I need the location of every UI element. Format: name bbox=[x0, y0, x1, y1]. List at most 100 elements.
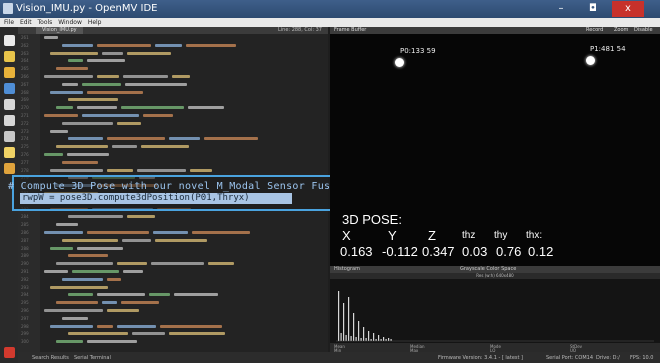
pose-title: 3D POSE: bbox=[342, 212, 402, 227]
code-line-segment bbox=[87, 90, 143, 94]
line-number: 262 bbox=[21, 42, 29, 48]
tracked-point-p1 bbox=[586, 56, 595, 65]
close-button[interactable]: x bbox=[612, 1, 644, 17]
code-line-segment bbox=[121, 106, 184, 110]
histogram-bin bbox=[390, 339, 392, 341]
code-line-segment bbox=[50, 129, 68, 133]
histogram-bin bbox=[365, 338, 367, 341]
histogram-bin bbox=[388, 338, 390, 341]
code-line-segment bbox=[127, 51, 171, 55]
code-line-segment bbox=[62, 43, 93, 47]
menu-file[interactable]: File bbox=[4, 18, 14, 27]
frame-buffer-header: Frame Buffer Record Zoom Disable bbox=[330, 27, 660, 34]
record-button[interactable]: Record bbox=[586, 27, 603, 34]
code-line-segment bbox=[172, 75, 190, 78]
title-bar: Vision_IMU.py - OpenMV IDE – ◘ x bbox=[0, 0, 660, 18]
redo-icon[interactable] bbox=[4, 115, 15, 126]
pose-header-thx: thx: bbox=[526, 230, 543, 241]
code-line-segment bbox=[44, 36, 58, 39]
code-line-segment bbox=[87, 231, 149, 234]
serial-terminal-tab[interactable]: Serial Terminal bbox=[74, 355, 111, 361]
pose-header-y: Y bbox=[388, 228, 397, 243]
line-number: 263 bbox=[21, 50, 29, 56]
histogram-bin bbox=[350, 336, 352, 341]
connect-icon[interactable] bbox=[4, 35, 15, 46]
open-file-icon[interactable] bbox=[4, 67, 15, 78]
code-line-segment bbox=[44, 153, 63, 156]
search-results-tab[interactable]: Search Results bbox=[32, 355, 69, 361]
code-line-segment bbox=[143, 114, 173, 117]
point-p1-label: P1:481 54 bbox=[590, 45, 626, 53]
code-line-segment bbox=[87, 340, 137, 344]
code-line-segment bbox=[62, 160, 98, 164]
pose-value-thx: 0.12 bbox=[528, 244, 554, 259]
status-bar: Search Results Serial Terminal Firmware … bbox=[18, 352, 660, 363]
line-number: 274 bbox=[21, 136, 29, 142]
histogram-bin bbox=[380, 339, 382, 341]
code-line-segment bbox=[68, 254, 108, 258]
code-line-segment bbox=[169, 137, 200, 141]
maximize-button[interactable]: ◘ bbox=[580, 1, 606, 17]
code-line-segment bbox=[192, 231, 250, 234]
code-line-segment bbox=[169, 332, 225, 336]
histogram-bin bbox=[343, 303, 345, 341]
line-number: 293 bbox=[21, 284, 29, 290]
cut-icon[interactable] bbox=[4, 131, 15, 142]
code-line-segment bbox=[125, 82, 187, 86]
histogram-header: Histogram Grayscale Color Space bbox=[330, 266, 660, 273]
code-line-segment bbox=[137, 168, 186, 172]
code-line-segment bbox=[151, 262, 204, 266]
stop-icon[interactable] bbox=[4, 347, 15, 358]
histogram-graph bbox=[336, 291, 654, 342]
line-number: 267 bbox=[21, 81, 29, 87]
menu-help[interactable]: Help bbox=[88, 18, 102, 27]
line-number: 287 bbox=[21, 237, 29, 243]
code-line-segment bbox=[44, 270, 68, 273]
code-line-segment bbox=[141, 145, 189, 149]
line-number: 294 bbox=[21, 292, 29, 298]
histogram-bin bbox=[383, 337, 385, 341]
paste-icon[interactable] bbox=[4, 163, 15, 174]
colorspace-select[interactable]: Grayscale Color Space bbox=[460, 266, 516, 273]
code-line-segment bbox=[68, 59, 83, 63]
code-line-segment bbox=[127, 215, 155, 219]
code-line-segment bbox=[174, 293, 218, 297]
minimize-button[interactable]: – bbox=[548, 1, 574, 17]
line-number: 284 bbox=[21, 214, 29, 220]
code-line-segment bbox=[62, 82, 78, 86]
pose-value-z: 0.347 bbox=[422, 244, 455, 259]
line-number: 273 bbox=[21, 128, 29, 134]
pose-value-x: 0.163 bbox=[340, 244, 373, 259]
code-line-segment bbox=[107, 168, 133, 172]
frame-buffer-view[interactable]: P0:133 59 P1:481 54 3D POSE: X Y Z thz t… bbox=[330, 34, 660, 266]
menu-tools[interactable]: Tools bbox=[38, 18, 53, 27]
code-line-segment bbox=[121, 301, 159, 305]
copy-icon[interactable] bbox=[4, 147, 15, 158]
undo-icon[interactable] bbox=[4, 99, 15, 110]
code-line-segment bbox=[67, 153, 109, 156]
code-line-segment bbox=[82, 114, 139, 117]
line-number: 299 bbox=[21, 331, 29, 337]
app-icon bbox=[3, 3, 13, 14]
menu-edit[interactable]: Edit bbox=[20, 18, 32, 27]
line-number: 266 bbox=[21, 74, 29, 79]
editor-tab[interactable]: Vision_IMU.py bbox=[36, 27, 83, 34]
window-title: Vision_IMU.py - OpenMV IDE bbox=[16, 3, 158, 14]
code-line-segment bbox=[132, 332, 165, 336]
line-number: 272 bbox=[21, 120, 29, 126]
line-number: 290 bbox=[21, 261, 29, 267]
line-number: 295 bbox=[21, 300, 29, 306]
firmware-version: Firmware Version: 3.4.1 - [ latest ] bbox=[438, 355, 524, 361]
save-icon[interactable] bbox=[4, 83, 15, 94]
code-line-segment bbox=[44, 75, 93, 78]
zoom-button[interactable]: Zoom bbox=[614, 27, 628, 34]
pose-header-thz: thz bbox=[462, 230, 476, 241]
line-number: 269 bbox=[21, 97, 29, 103]
line-number: 297 bbox=[21, 315, 29, 321]
disable-button[interactable]: Disable bbox=[634, 27, 653, 34]
histogram-bin bbox=[370, 339, 372, 341]
histogram-bin bbox=[345, 335, 347, 341]
menu-window[interactable]: Window bbox=[58, 18, 82, 27]
code-line-segment bbox=[155, 43, 182, 47]
new-file-icon[interactable] bbox=[4, 51, 15, 62]
